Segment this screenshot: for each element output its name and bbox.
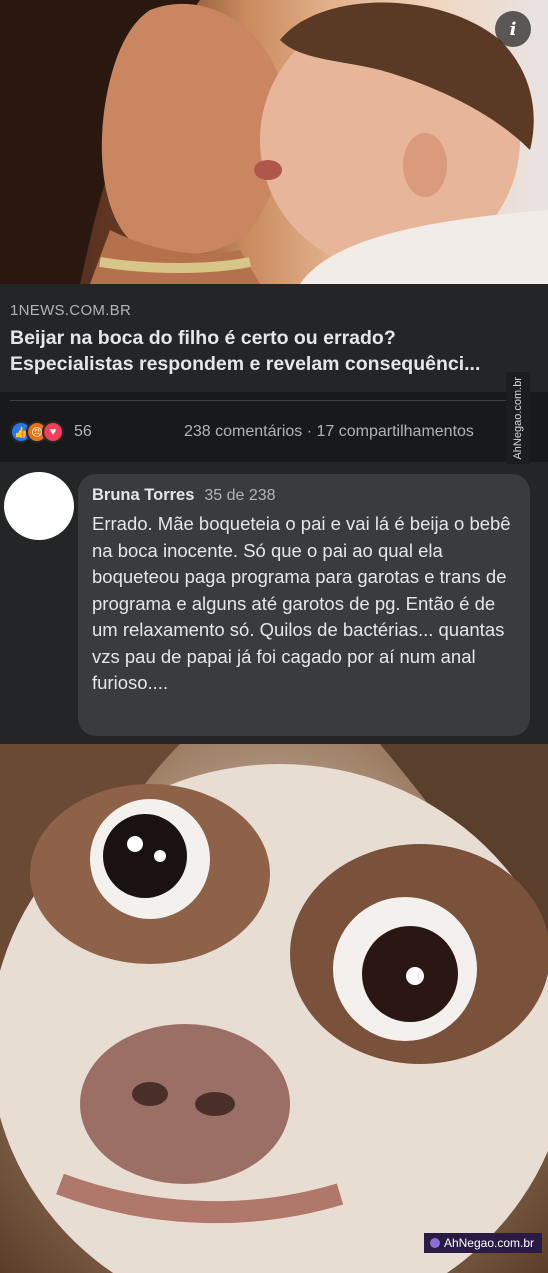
link-preview[interactable]: 1NEWS.COM.BR Beijar na boca do filho é c… bbox=[0, 284, 548, 392]
mother-baby-kiss-image bbox=[0, 0, 548, 284]
love-icon: ♥ bbox=[42, 421, 64, 443]
shocked-dog-image bbox=[0, 744, 548, 1273]
article-photo[interactable]: i bbox=[0, 0, 548, 284]
post-stats: 👍 😠 ♥ 56 238 comentários · 17 compartilh… bbox=[10, 418, 538, 446]
dog-reaction-image: AhNegao.com.br bbox=[0, 744, 548, 1273]
info-icon[interactable]: i bbox=[495, 11, 531, 47]
comments-shares-count[interactable]: 238 comentários · 17 compartilhamentos bbox=[184, 423, 474, 441]
comment-bubble[interactable]: Bruna Torres 35 de 238 Errado. Mãe boque… bbox=[78, 474, 530, 736]
divider bbox=[10, 400, 530, 401]
preview-domain: 1NEWS.COM.BR bbox=[10, 302, 132, 319]
comment-author[interactable]: Bruna Torres bbox=[92, 486, 194, 505]
watermark-logo-icon bbox=[429, 1238, 440, 1248]
preview-title-line1: Beijar na boca do filho é certo ou errad… bbox=[10, 327, 396, 349]
avatar[interactable] bbox=[4, 472, 74, 540]
watermark-bottom: AhNegao.com.br bbox=[423, 1233, 542, 1253]
reactions-summary[interactable]: 👍 😠 ♥ bbox=[10, 421, 64, 443]
comment-position: 35 de 238 bbox=[204, 487, 276, 504]
preview-title-line2: Especialistas respondem e revelam conseq… bbox=[10, 353, 481, 375]
comment: Bruna Torres 35 de 238 Errado. Mãe boque… bbox=[0, 462, 548, 744]
watermark-vertical: AhNegao.com.br bbox=[506, 372, 530, 464]
comment-text: Errado. Mãe boqueteia o pai e vai lá é b… bbox=[92, 513, 511, 693]
reaction-count[interactable]: 56 bbox=[74, 423, 92, 441]
